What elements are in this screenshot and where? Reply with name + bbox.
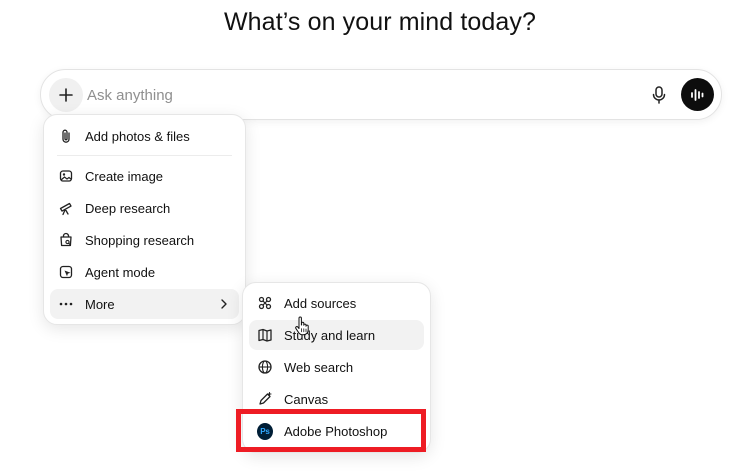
chevron-right-icon <box>221 299 227 309</box>
paperclip-icon <box>58 128 74 144</box>
menu-item-deep-research[interactable]: Deep research <box>50 193 239 223</box>
menu-item-add-photos-files[interactable]: Add photos & files <box>50 121 239 151</box>
submenu-item-label: Canvas <box>284 391 329 407</box>
menu-divider <box>57 155 232 156</box>
submenu-item-add-sources[interactable]: Add sources <box>249 288 424 318</box>
submenu-item-web-search[interactable]: Web search <box>249 352 424 382</box>
agent-icon <box>58 264 74 280</box>
image-icon <box>58 168 74 184</box>
menu-item-create-image[interactable]: Create image <box>50 161 239 191</box>
sources-icon <box>257 295 273 311</box>
submenu-item-label: Add sources <box>284 295 357 311</box>
add-button[interactable] <box>49 78 83 112</box>
menu-item-label: Agent mode <box>85 264 156 280</box>
menu-item-label: Deep research <box>85 200 171 216</box>
composer <box>40 69 722 120</box>
shopping-bag-icon <box>58 232 74 248</box>
prompt-input[interactable] <box>87 82 627 108</box>
globe-icon <box>257 359 273 375</box>
ellipsis-icon <box>58 296 74 312</box>
page-heading: What’s on your mind today? <box>223 8 537 36</box>
telescope-icon <box>58 200 74 216</box>
hand-cursor-icon <box>295 316 309 336</box>
waveform-icon <box>690 88 703 101</box>
menu-item-shopping-research[interactable]: Shopping research <box>50 225 239 255</box>
submenu-item-label: Web search <box>284 359 354 375</box>
menu-item-more[interactable]: More <box>50 289 239 319</box>
voice-mode-button[interactable] <box>681 78 714 111</box>
attach-menu: Add photos & files Create image Deep res… <box>43 114 246 325</box>
plus-icon <box>59 88 73 102</box>
menu-item-label: Shopping research <box>85 232 195 248</box>
menu-item-label: Create image <box>85 168 164 184</box>
pen-icon <box>257 391 273 407</box>
dictate-button[interactable] <box>645 81 673 109</box>
book-icon <box>257 327 273 343</box>
menu-item-agent-mode[interactable]: Agent mode <box>50 257 239 287</box>
menu-item-label: More <box>85 296 115 312</box>
microphone-icon <box>652 86 666 104</box>
menu-item-label: Add photos & files <box>85 128 190 144</box>
highlight-annotation-box <box>236 409 426 452</box>
submenu-item-study-and-learn[interactable]: Study and learn <box>249 320 424 350</box>
